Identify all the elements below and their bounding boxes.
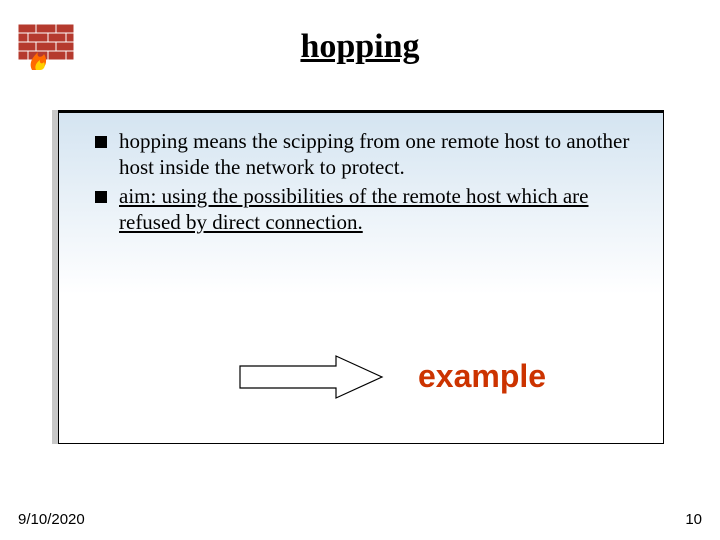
footer-page-number: 10 xyxy=(685,511,702,528)
bullet-marker-icon xyxy=(95,136,107,148)
bullet-item: hopping means the scipping from one remo… xyxy=(95,129,637,180)
right-arrow-icon xyxy=(236,352,386,407)
slide: hopping hopping means the scipping from … xyxy=(0,0,720,540)
slide-title: hopping xyxy=(0,28,720,66)
footer-date: 9/10/2020 xyxy=(18,511,85,528)
example-label: example xyxy=(418,358,546,395)
bullet-marker-icon xyxy=(95,191,107,203)
bullet-list: hopping means the scipping from one remo… xyxy=(59,113,663,235)
bullet-item: aim: using the possibilities of the remo… xyxy=(95,184,637,235)
bullet-text: hopping means the scipping from one remo… xyxy=(119,129,637,180)
bullet-text: aim: using the possibilities of the remo… xyxy=(119,184,637,235)
